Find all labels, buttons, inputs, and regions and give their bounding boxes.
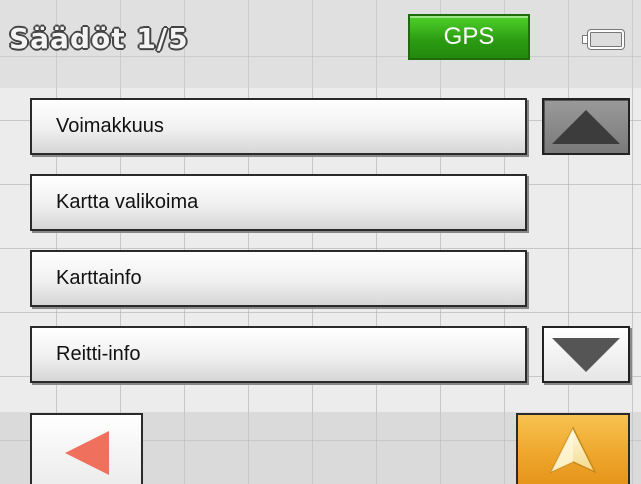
arrow-left-icon [64,430,109,475]
menu-item-voimakkuus[interactable]: Voimakkuus [30,98,527,155]
menu-item-reitti-info[interactable]: Reitti-info [30,326,527,383]
scroll-down-button[interactable] [542,326,630,383]
menu-item-kartta-valikoima[interactable]: Kartta valikoima [30,174,527,231]
gps-button[interactable]: GPS [408,14,530,60]
triangle-down-icon [552,337,620,372]
page-title: Säädöt 1/5 [9,22,189,55]
battery-icon [588,30,624,49]
menu-item-karttainfo[interactable]: Karttainfo [30,250,527,307]
triangle-up-icon [552,109,620,144]
scroll-up-button[interactable] [542,98,630,155]
navigation-arrow-icon [549,425,597,474]
back-button[interactable] [30,413,143,484]
navigate-button[interactable] [516,413,630,484]
